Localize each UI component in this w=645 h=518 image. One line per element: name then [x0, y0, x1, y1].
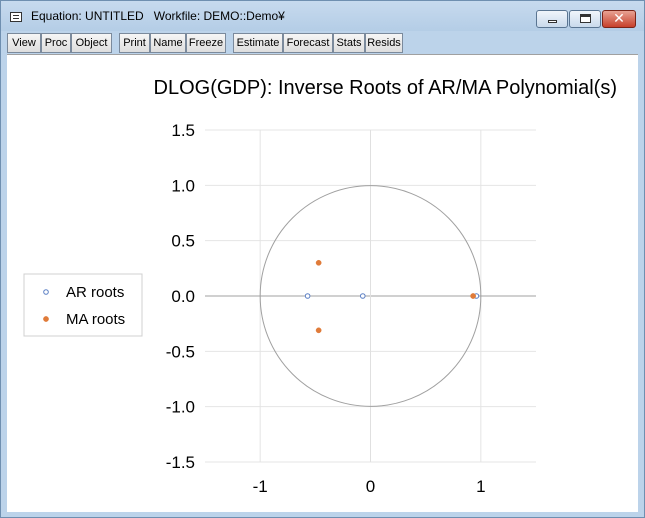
- legend-ma-marker: [43, 316, 49, 322]
- y-tick-label: 0.5: [171, 232, 195, 251]
- freeze-button[interactable]: Freeze: [186, 33, 226, 53]
- y-tick-label: -0.5: [166, 342, 195, 361]
- stats-button[interactable]: Stats: [333, 33, 365, 53]
- minimize-button[interactable]: [536, 10, 568, 28]
- resids-button[interactable]: Resids: [365, 33, 403, 53]
- ma-root-point: [470, 293, 476, 299]
- estimate-button[interactable]: Estimate: [233, 33, 283, 53]
- forecast-button[interactable]: Forecast: [283, 33, 333, 53]
- inverse-roots-chart: DLOG(GDP): Inverse Roots of AR/MA Polyno…: [23, 77, 617, 496]
- graph-view: DLOG(GDP): Inverse Roots of AR/MA Polyno…: [7, 54, 638, 512]
- x-tick-label: -1: [253, 477, 268, 496]
- ar-root-point: [304, 293, 311, 299]
- y-tick-label: -1.0: [166, 398, 195, 417]
- view-button[interactable]: View: [7, 33, 41, 53]
- legend-ar-marker: [43, 289, 49, 295]
- legend-ma-label: MA roots: [66, 311, 125, 328]
- maximize-button[interactable]: [569, 10, 601, 28]
- equation-window: Equation: UNTITLED Workfile: DEMO::Demo¥…: [0, 0, 645, 518]
- legend: AR roots MA roots: [23, 273, 143, 337]
- maximize-icon: [580, 14, 591, 23]
- window-menu-icon[interactable]: [10, 12, 22, 22]
- minimize-icon: [548, 20, 557, 23]
- close-icon: ✕: [613, 11, 625, 27]
- ar-root-point: [359, 293, 366, 299]
- window-title: Equation: UNTITLED Workfile: DEMO::Demo¥: [31, 9, 285, 23]
- y-tick-label: 0.0: [171, 287, 195, 306]
- y-tick-label: 1.5: [171, 121, 195, 140]
- proc-button[interactable]: Proc: [41, 33, 71, 53]
- x-tick-label: 0: [366, 477, 375, 496]
- y-tick-label: -1.5: [166, 453, 195, 472]
- x-tick-label: 1: [476, 477, 485, 496]
- name-button[interactable]: Name: [150, 33, 186, 53]
- legend-ar-label: AR roots: [66, 284, 124, 301]
- ma-root-point: [315, 259, 322, 266]
- y-tick-label: 1.0: [171, 176, 195, 195]
- print-button[interactable]: Print: [119, 33, 150, 53]
- chart-title: DLOG(GDP): Inverse Roots of AR/MA Polyno…: [154, 77, 617, 99]
- close-button[interactable]: ✕: [602, 10, 636, 28]
- ma-root-point: [315, 327, 322, 334]
- title-bar[interactable]: Equation: UNTITLED Workfile: DEMO::Demo¥…: [1, 1, 644, 31]
- object-button[interactable]: Object: [71, 33, 112, 53]
